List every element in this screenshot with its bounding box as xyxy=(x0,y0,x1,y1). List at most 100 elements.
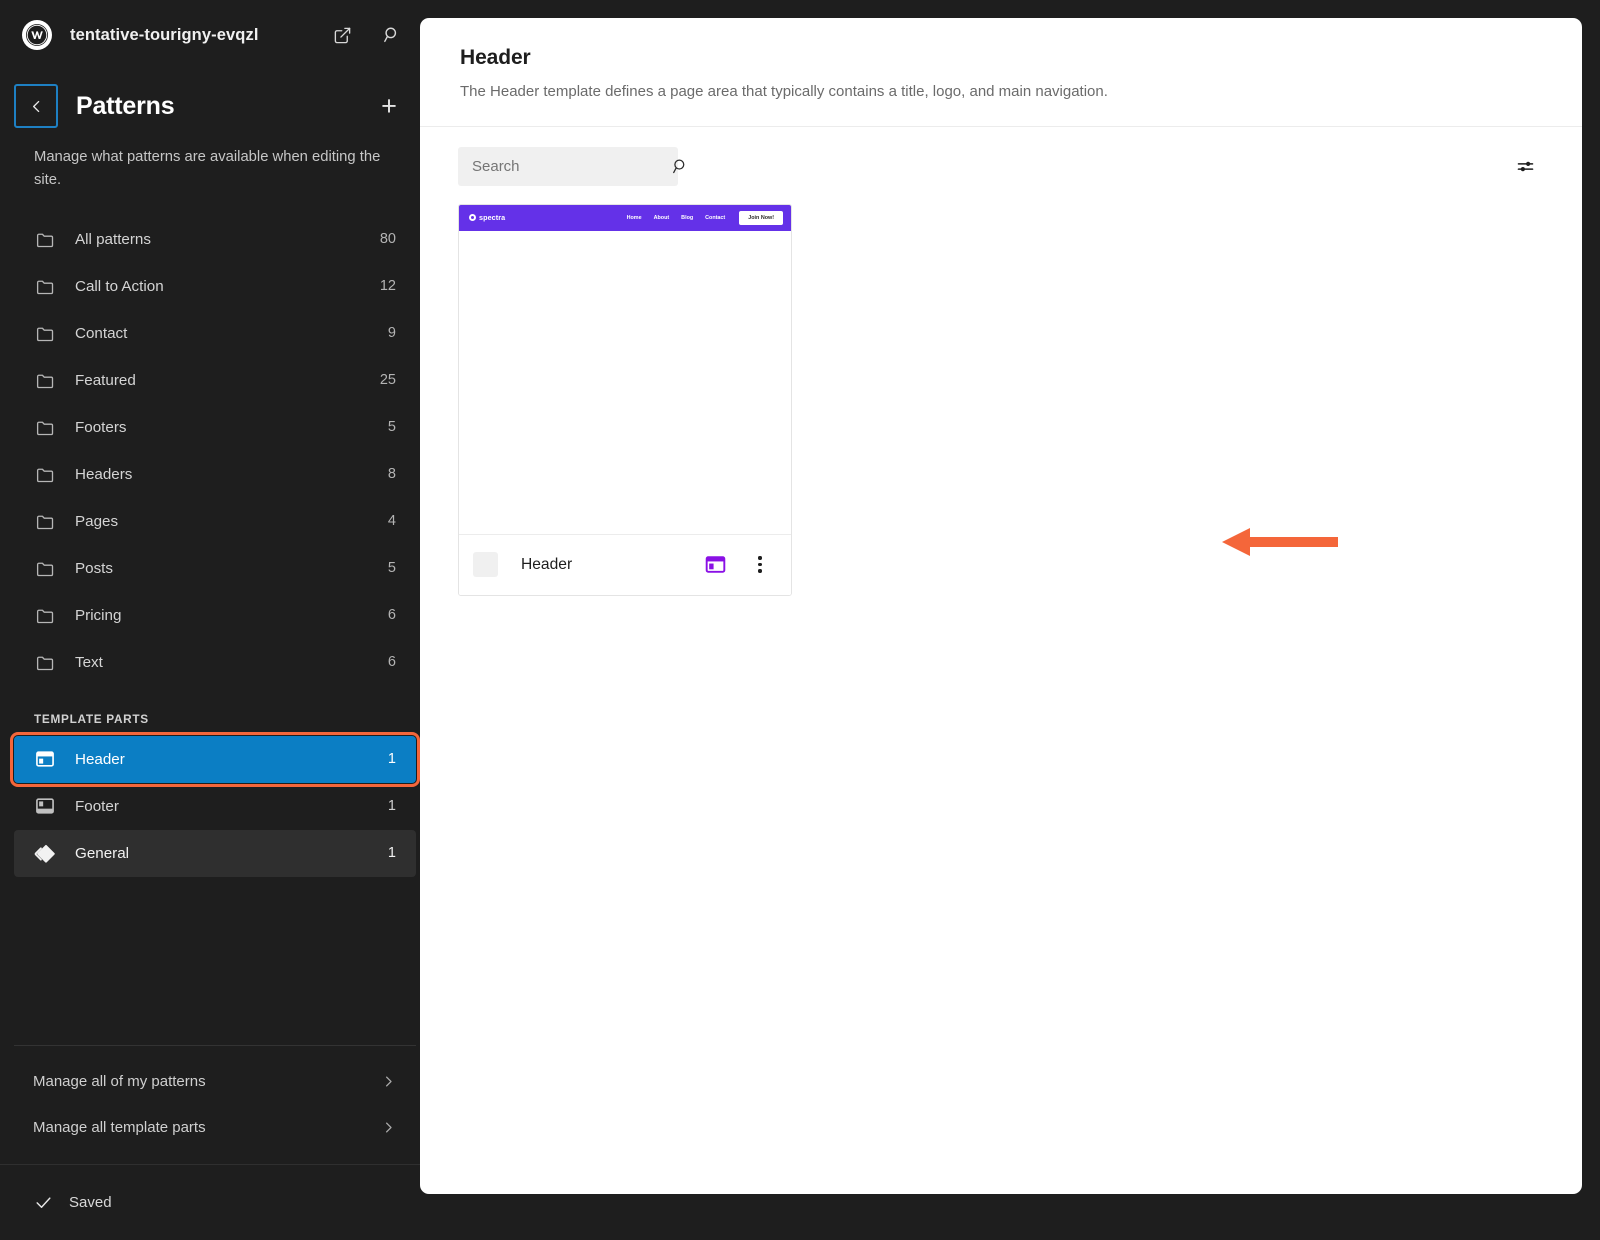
site-bar-actions xyxy=(328,21,406,49)
filter-sliders-icon[interactable] xyxy=(1508,149,1542,183)
category-label: Posts xyxy=(75,560,113,577)
panel-description: Manage what patterns are available when … xyxy=(0,128,430,192)
sidebar-category-featured[interactable]: Featured 25 xyxy=(14,357,416,404)
category-label: Featured xyxy=(75,372,136,389)
preview-site-header: spectra Home About Blog Contact Join Now! xyxy=(459,205,791,231)
folder-icon xyxy=(33,227,57,251)
kebab-menu-icon[interactable] xyxy=(745,550,775,580)
template-part-count: 1 xyxy=(388,751,396,767)
search-input[interactable] xyxy=(472,158,671,175)
pattern-card-actions xyxy=(701,550,775,580)
category-label: Pages xyxy=(75,513,118,530)
category-count: 25 xyxy=(380,372,396,388)
category-label: Text xyxy=(75,654,103,671)
preview-nav-item: About xyxy=(654,215,670,221)
sidebar: tentative-tourigny-evqzl xyxy=(0,0,430,1240)
sidebar-category-footers[interactable]: Footers 5 xyxy=(14,404,416,451)
category-label: Headers xyxy=(75,466,132,483)
back-button[interactable] xyxy=(14,84,58,128)
folder-icon xyxy=(33,415,57,439)
wordpress-logo-icon[interactable] xyxy=(22,20,52,50)
template-part-label: General xyxy=(75,845,129,862)
category-label: Contact xyxy=(75,325,127,342)
check-icon xyxy=(34,1193,53,1212)
template-parts-section-label: TEMPLATE PARTS xyxy=(0,712,430,736)
preview-logo-text: spectra xyxy=(479,213,505,222)
sidebar-template-part-footer[interactable]: Footer 1 xyxy=(14,783,416,830)
folder-icon xyxy=(33,274,57,298)
spectra-logo-icon xyxy=(469,214,476,221)
sidebar-category-text[interactable]: Text 6 xyxy=(14,639,416,686)
save-status-bar: Saved xyxy=(0,1164,430,1240)
pattern-name: Header xyxy=(521,556,572,574)
category-label: Pricing xyxy=(75,607,121,624)
category-label: Footers xyxy=(75,419,127,436)
sidebar-template-part-general[interactable]: General 1 xyxy=(14,830,416,877)
patterns-panel-header: Patterns + xyxy=(0,70,430,128)
category-count: 12 xyxy=(380,278,396,294)
page-title: Patterns xyxy=(76,92,174,121)
pattern-card-footer: Header xyxy=(459,535,791,595)
category-count: 4 xyxy=(388,513,396,529)
footer-layout-icon xyxy=(33,794,57,818)
folder-icon xyxy=(33,650,57,674)
sidebar-category-posts[interactable]: Posts 5 xyxy=(14,545,416,592)
main-description: The Header template defines a page area … xyxy=(460,81,1542,104)
pattern-preview[interactable]: spectra Home About Blog Contact Join Now! xyxy=(459,205,791,535)
patterns-grid: spectra Home About Blog Contact Join Now! H… xyxy=(420,186,1582,596)
folder-icon xyxy=(33,368,57,392)
category-count: 6 xyxy=(388,607,396,623)
pattern-card[interactable]: spectra Home About Blog Contact Join Now! H… xyxy=(458,204,792,596)
preview-cta-button: Join Now! xyxy=(739,211,783,225)
site-editor-app: tentative-tourigny-evqzl xyxy=(0,0,1600,1240)
category-count: 5 xyxy=(388,419,396,435)
chevron-right-icon xyxy=(381,1120,396,1135)
manage-links: Manage all of my patterns Manage all tem… xyxy=(0,1046,430,1164)
preview-logo: spectra xyxy=(469,213,505,222)
folder-icon xyxy=(33,603,57,627)
preview-nav-item: Home xyxy=(627,215,642,221)
main-title: Header xyxy=(460,46,1542,70)
folder-icon xyxy=(33,509,57,533)
manage-link-2[interactable]: Manage all template parts xyxy=(14,1104,416,1150)
pattern-category-list: All patterns80 Call to Action 12 Contact9… xyxy=(0,216,430,686)
template-parts-list: Header1 Footer 1 General 1 xyxy=(0,736,430,877)
sidebar-spacer xyxy=(0,877,430,1045)
category-count: 5 xyxy=(388,560,396,576)
preview-nav: Home About Blog Contact xyxy=(627,215,726,221)
site-bar: tentative-tourigny-evqzl xyxy=(0,0,430,70)
view-site-icon[interactable] xyxy=(328,21,356,49)
sidebar-category-headers[interactable]: Headers 8 xyxy=(14,451,416,498)
header-layout-icon xyxy=(33,747,57,771)
sidebar-template-part-header[interactable]: Header1 xyxy=(14,736,416,783)
sidebar-category-all-patterns[interactable]: All patterns80 xyxy=(14,216,416,263)
sidebar-category-pricing[interactable]: Pricing 6 xyxy=(14,592,416,639)
manage-link-label: Manage all template parts xyxy=(33,1119,206,1136)
patterns-toolbar xyxy=(420,127,1582,186)
preview-nav-item: Contact xyxy=(705,215,725,221)
folder-icon xyxy=(33,556,57,580)
preview-nav-item: Blog xyxy=(681,215,693,221)
add-pattern-button[interactable]: + xyxy=(372,89,406,123)
search-field[interactable] xyxy=(458,147,678,186)
manage-link-1[interactable]: Manage all of my patterns xyxy=(14,1058,416,1104)
pattern-checkbox[interactable] xyxy=(473,552,498,577)
main-panel: Header The Header template defines a pag… xyxy=(420,18,1582,1194)
main-header: Header The Header template defines a pag… xyxy=(420,18,1582,127)
category-count: 80 xyxy=(380,231,396,247)
search-icon[interactable] xyxy=(378,21,406,49)
sidebar-category-contact[interactable]: Contact9 xyxy=(14,310,416,357)
template-part-count: 1 xyxy=(388,845,396,861)
sidebar-category-call-to-action[interactable]: Call to Action 12 xyxy=(14,263,416,310)
template-part-icon xyxy=(701,551,729,579)
category-count: 8 xyxy=(388,466,396,482)
category-count: 6 xyxy=(388,654,396,670)
sidebar-category-pages[interactable]: Pages 4 xyxy=(14,498,416,545)
manage-link-label: Manage all of my patterns xyxy=(33,1073,206,1090)
chevron-right-icon xyxy=(381,1074,396,1089)
folder-icon xyxy=(33,321,57,345)
template-part-count: 1 xyxy=(388,798,396,814)
category-label: Call to Action xyxy=(75,278,164,295)
folder-icon xyxy=(33,462,57,486)
template-part-label: Footer xyxy=(75,798,119,815)
